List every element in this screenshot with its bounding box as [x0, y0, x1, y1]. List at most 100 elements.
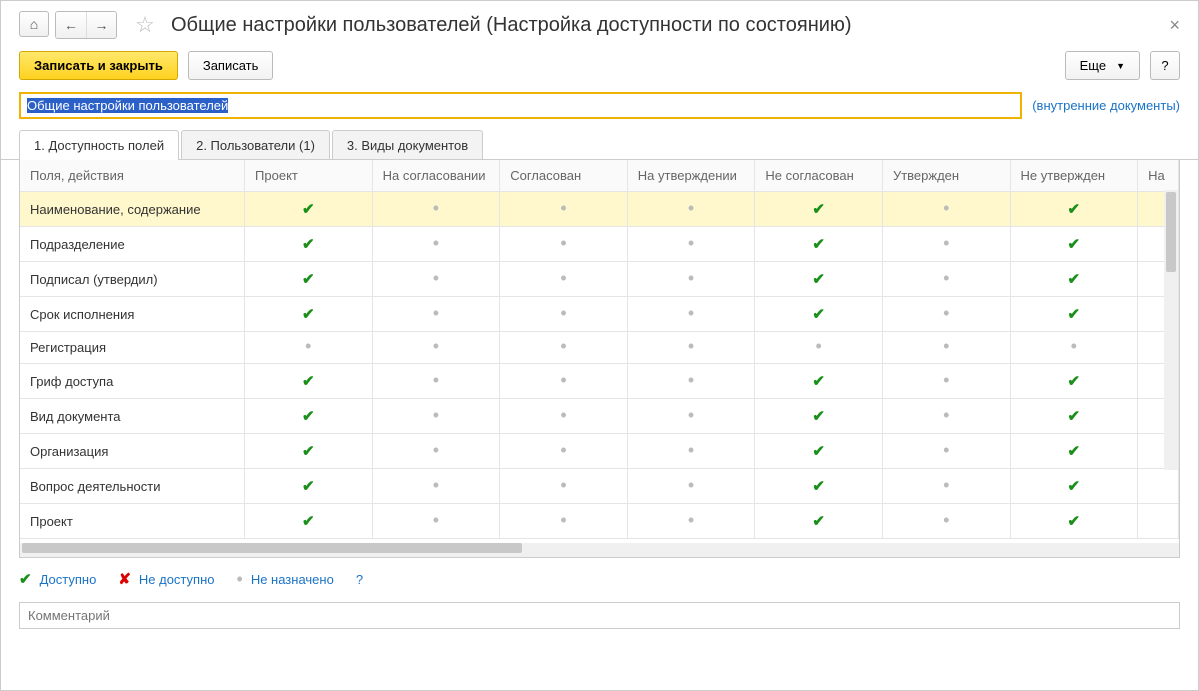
- close-button[interactable]: ×: [1169, 15, 1180, 36]
- cell[interactable]: •: [372, 192, 500, 227]
- horizontal-scrollbar[interactable]: [20, 543, 1179, 557]
- cell[interactable]: ✔: [1010, 399, 1138, 434]
- cell[interactable]: ✔: [1010, 469, 1138, 504]
- vertical-scrollbar[interactable]: [1164, 190, 1178, 470]
- save-close-button[interactable]: Записать и закрыть: [19, 51, 178, 80]
- col-header[interactable]: Проект: [245, 160, 373, 192]
- cell[interactable]: ✔: [755, 399, 883, 434]
- table-row[interactable]: Регистрация•••••••: [20, 332, 1179, 364]
- cell[interactable]: ✔: [245, 262, 373, 297]
- legend-label[interactable]: Доступно: [40, 572, 97, 587]
- cell[interactable]: ✔: [245, 364, 373, 399]
- cell[interactable]: •: [627, 364, 755, 399]
- cell[interactable]: •: [627, 469, 755, 504]
- cell[interactable]: ✔: [755, 262, 883, 297]
- legend-label[interactable]: Не назначено: [251, 572, 334, 587]
- cell[interactable]: •: [627, 262, 755, 297]
- cell[interactable]: •: [627, 332, 755, 364]
- internal-docs-link[interactable]: (внутренние документы): [1032, 98, 1180, 113]
- cell[interactable]: ✔: [245, 469, 373, 504]
- name-input[interactable]: Общие настройки пользователей: [19, 92, 1022, 119]
- cell[interactable]: •: [627, 297, 755, 332]
- cell[interactable]: •: [372, 364, 500, 399]
- cell[interactable]: ✔: [755, 434, 883, 469]
- cell[interactable]: ✔: [245, 227, 373, 262]
- tab-users[interactable]: 2. Пользователи (1): [181, 130, 330, 160]
- cell[interactable]: •: [627, 192, 755, 227]
- cell[interactable]: ✔: [245, 297, 373, 332]
- cell[interactable]: •: [882, 297, 1010, 332]
- save-button[interactable]: Записать: [188, 51, 274, 80]
- cell[interactable]: •: [882, 262, 1010, 297]
- cell[interactable]: ✔: [755, 504, 883, 539]
- cell[interactable]: •: [627, 434, 755, 469]
- cell[interactable]: [1138, 469, 1179, 504]
- col-header[interactable]: На утверждении: [627, 160, 755, 192]
- scrollbar-thumb[interactable]: [1166, 192, 1176, 272]
- table-row[interactable]: Наименование, содержание✔•••✔•✔: [20, 192, 1179, 227]
- cell[interactable]: •: [500, 469, 628, 504]
- cell[interactable]: ✔: [245, 504, 373, 539]
- cell[interactable]: [1138, 504, 1179, 539]
- cell[interactable]: •: [372, 469, 500, 504]
- cell[interactable]: •: [882, 399, 1010, 434]
- legend-help-link[interactable]: ?: [356, 572, 363, 587]
- cell[interactable]: •: [500, 227, 628, 262]
- cell[interactable]: •: [500, 332, 628, 364]
- table-row[interactable]: Организация✔•••✔•✔: [20, 434, 1179, 469]
- table-row[interactable]: Вопрос деятельности✔•••✔•✔: [20, 469, 1179, 504]
- cell[interactable]: •: [500, 364, 628, 399]
- tab-fields[interactable]: 1. Доступность полей: [19, 130, 179, 160]
- table-row[interactable]: Проект✔•••✔•✔: [20, 504, 1179, 539]
- col-header[interactable]: Не согласован: [755, 160, 883, 192]
- help-button[interactable]: ?: [1150, 51, 1180, 80]
- more-button[interactable]: Еще ▼: [1065, 51, 1140, 80]
- back-button[interactable]: ←: [56, 12, 86, 38]
- cell[interactable]: •: [500, 297, 628, 332]
- cell[interactable]: ✔: [245, 192, 373, 227]
- cell[interactable]: ✔: [1010, 227, 1138, 262]
- cell[interactable]: •: [500, 434, 628, 469]
- col-header[interactable]: На согласовании: [372, 160, 500, 192]
- cell[interactable]: •: [627, 227, 755, 262]
- cell[interactable]: •: [882, 504, 1010, 539]
- cell[interactable]: ✔: [1010, 262, 1138, 297]
- cell[interactable]: •: [500, 504, 628, 539]
- cell[interactable]: ✔: [755, 192, 883, 227]
- cell[interactable]: ✔: [245, 434, 373, 469]
- col-header[interactable]: Не утвержден: [1010, 160, 1138, 192]
- cell[interactable]: ✔: [1010, 434, 1138, 469]
- col-header[interactable]: Утвержден: [882, 160, 1010, 192]
- cell[interactable]: •: [500, 192, 628, 227]
- cell[interactable]: ✔: [1010, 192, 1138, 227]
- cell[interactable]: ✔: [245, 399, 373, 434]
- cell[interactable]: •: [882, 227, 1010, 262]
- cell[interactable]: ✔: [755, 227, 883, 262]
- cell[interactable]: •: [627, 399, 755, 434]
- cell[interactable]: •: [372, 262, 500, 297]
- cell[interactable]: •: [627, 504, 755, 539]
- cell[interactable]: •: [372, 434, 500, 469]
- comment-input[interactable]: [19, 602, 1180, 629]
- table-row[interactable]: Подразделение✔•••✔•✔: [20, 227, 1179, 262]
- cell[interactable]: •: [755, 332, 883, 364]
- cell[interactable]: •: [882, 364, 1010, 399]
- cell[interactable]: •: [500, 262, 628, 297]
- table-row[interactable]: Срок исполнения✔•••✔•✔: [20, 297, 1179, 332]
- grid-scroll[interactable]: Поля, действия Проект На согласовании Со…: [20, 160, 1179, 539]
- cell[interactable]: •: [372, 504, 500, 539]
- favorite-star[interactable]: ☆: [133, 13, 157, 37]
- cell[interactable]: ✔: [1010, 504, 1138, 539]
- cell[interactable]: ✔: [755, 364, 883, 399]
- table-row[interactable]: Вид документа✔•••✔•✔: [20, 399, 1179, 434]
- cell[interactable]: ✔: [755, 469, 883, 504]
- cell[interactable]: •: [372, 227, 500, 262]
- cell[interactable]: •: [882, 434, 1010, 469]
- col-header[interactable]: На: [1138, 160, 1179, 192]
- cell[interactable]: •: [1010, 332, 1138, 364]
- cell[interactable]: •: [372, 297, 500, 332]
- cell[interactable]: ✔: [1010, 364, 1138, 399]
- scrollbar-thumb[interactable]: [22, 543, 522, 553]
- cell[interactable]: •: [500, 399, 628, 434]
- cell[interactable]: ✔: [755, 297, 883, 332]
